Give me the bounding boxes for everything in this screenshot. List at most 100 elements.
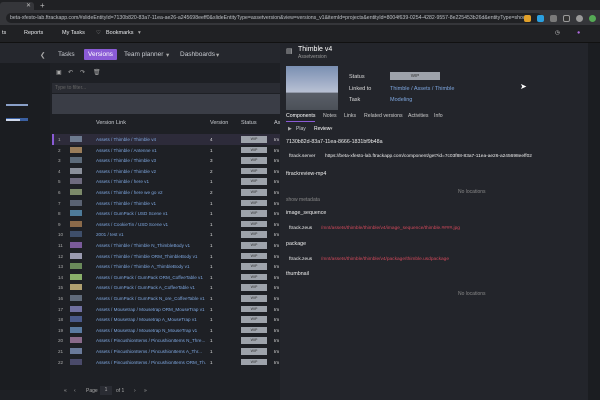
my-tasks-link[interactable]: My Tasks <box>62 30 85 36</box>
save-icon[interactable]: ▣ <box>56 69 62 76</box>
status-badge[interactable]: WIP <box>241 178 267 185</box>
clock-icon[interactable]: ◷ <box>555 30 560 36</box>
version-link[interactable]: Assets / Mousetrap / Mousetrap A_MouseTr… <box>96 317 206 322</box>
tab-info[interactable]: Info <box>434 113 443 119</box>
linked-value[interactable]: Thimble / Assets / Thimble <box>390 86 454 92</box>
status-badge[interactable]: WIP <box>241 146 267 154</box>
table-row[interactable]: 11 Assets / Thimble / Thimble N_ThimbleBo… <box>52 240 280 251</box>
version-link[interactable]: Assets / Mousetrap / Mousetrap N_MouseTr… <box>96 328 206 333</box>
status-badge[interactable]: WIP <box>241 167 267 175</box>
version-link[interactable]: Assets / Thimble / Thimble ORM_ThimbleBo… <box>96 254 206 259</box>
version-link[interactable]: Assets / PincushionItems / PincushionIte… <box>96 360 206 365</box>
profile-icon[interactable] <box>576 14 583 22</box>
status-badge[interactable]: WIP <box>241 157 267 164</box>
table-row[interactable]: 1 Assets / Thimble / Thimble v4 4 WIP Im <box>52 134 280 145</box>
status-badge[interactable]: WIP <box>241 295 267 302</box>
version-link[interactable]: Assets / GumPack / USD Scene v1 <box>96 211 206 216</box>
status-badge[interactable]: WIP <box>241 210 267 217</box>
table-row[interactable]: 9 Assets / CookieTin / USD Scene v1 1 WIP Im <box>52 219 280 230</box>
extension-icon[interactable] <box>524 14 531 22</box>
table-row[interactable]: 10 2001 / test v1 1 WIP Im <box>52 229 280 240</box>
version-link[interactable]: Assets / CookieTin / USD Scene v1 <box>96 222 206 227</box>
status-badge[interactable]: WIP <box>241 189 267 196</box>
table-row[interactable]: 6 Assets / Thimble / here we go v2 2 WIP Im <box>52 187 280 198</box>
table-row[interactable]: 22 Assets / PincushionItems / PincushionI… <box>52 357 280 368</box>
sidebar-item[interactable] <box>6 104 28 106</box>
filter-input[interactable]: Type to filter... <box>52 83 280 93</box>
version-link[interactable]: 2001 / test v1 <box>96 232 206 237</box>
table-row[interactable]: 18 Assets / Mousetrap / Mousetrap A_Mouse… <box>52 314 280 325</box>
tab-versions[interactable]: Versions <box>84 49 117 60</box>
status-badge[interactable]: WIP <box>241 348 267 355</box>
table-row[interactable]: 4 Assets / Thimble / Thimble v2 2 WIP Im <box>52 166 280 177</box>
table-row[interactable]: 15 Assets / GumPack / GumPack A_CoffeeTab… <box>52 282 280 293</box>
version-link[interactable]: Assets / Thimble / here we go v2 <box>96 190 206 195</box>
version-link[interactable]: Assets / Thimble / Antenne v1 <box>96 148 206 153</box>
first-page-icon[interactable]: « <box>64 388 67 394</box>
version-link[interactable]: Assets / GumPack / GumPack N_ore_CoffeeT… <box>96 296 206 301</box>
table-row[interactable]: 16 Assets / GumPack / GumPack N_ore_Coffe… <box>52 293 280 304</box>
status-badge[interactable]: WIP <box>241 326 267 334</box>
extension-icon[interactable] <box>550 14 557 22</box>
status-badge[interactable]: WIP <box>241 316 267 323</box>
version-link[interactable]: Assets / Thimble / Thimble v4 <box>96 137 206 142</box>
reports-link[interactable]: Reports <box>24 30 43 36</box>
tab-related-versions[interactable]: Related versions <box>364 113 403 119</box>
tab-notes[interactable]: Notes <box>323 113 337 119</box>
table-row[interactable]: 14 Assets / GumPack / GumPack ORM_CoffeeT… <box>52 272 280 283</box>
column-header-version[interactable]: Version <box>210 120 228 132</box>
back-icon[interactable]: ❮ <box>40 51 45 59</box>
last-page-icon[interactable]: » <box>144 388 147 394</box>
table-row[interactable]: 2 Assets / Thimble / Antenne v1 1 WIP Im <box>52 145 280 156</box>
undo-icon[interactable]: ↶ <box>68 69 73 76</box>
project-label[interactable]: ts <box>2 30 6 36</box>
version-link[interactable]: Assets / PincushionItems / PincushionIte… <box>96 349 206 354</box>
column-header-version-link[interactable]: Version Link <box>96 120 126 132</box>
page-input[interactable]: 1 <box>100 386 112 395</box>
status-badge[interactable]: WIP <box>241 199 267 207</box>
prev-page-icon[interactable]: ‹ <box>74 388 76 394</box>
redo-icon[interactable]: ↷ <box>80 69 85 76</box>
status-badge[interactable]: WIP <box>241 242 267 249</box>
tab-dashboards[interactable]: Dashboards <box>180 51 215 58</box>
table-row[interactable]: 13 Assets / Thimble / Thimble A_ThimbleBo… <box>52 261 280 272</box>
tab-tasks[interactable]: Tasks <box>58 51 75 58</box>
tab-activities[interactable]: Activities <box>408 113 428 119</box>
play-button[interactable]: Play <box>296 126 306 132</box>
status-badge[interactable]: WIP <box>241 305 267 313</box>
status-badge[interactable]: WIP <box>241 136 267 143</box>
tab-team-planner[interactable]: Team planner <box>124 51 163 58</box>
status-badge[interactable]: WIP <box>241 263 267 270</box>
close-tab-icon[interactable]: ✕ <box>26 2 31 9</box>
tab-links[interactable]: Links <box>344 113 356 119</box>
extension-icon[interactable] <box>537 14 544 22</box>
version-link[interactable]: Assets / Thimble / here v1 <box>96 179 206 184</box>
avatar[interactable] <box>589 14 596 22</box>
delete-icon[interactable]: 🗑 <box>93 69 101 76</box>
column-header-status[interactable]: Status <box>241 120 257 132</box>
location-url[interactable]: https://beta-xfesto-lab.ftrackapp.com/co… <box>325 154 532 159</box>
version-link[interactable]: Assets / Thimble / Thimble v2 <box>96 169 206 174</box>
table-row[interactable]: 21 Assets / PincushionItems / PincushionI… <box>52 346 280 357</box>
table-row[interactable]: 3 Assets / Thimble / Thimble v3 3 WIP Im <box>52 155 280 166</box>
version-link[interactable]: Assets / GumPack / GumPack A_CoffeeTable… <box>96 285 206 290</box>
play-icon[interactable]: ▶ <box>288 126 292 132</box>
new-tab-icon[interactable]: + <box>40 1 45 10</box>
location-path[interactable]: /mnt/assets/thimble/thimble/v4/package/t… <box>321 257 449 262</box>
version-link[interactable]: Assets / GumPack / GumPack ORM_CoffeeTab… <box>96 275 206 280</box>
table-row[interactable]: 7 Assets / Thimble / Thimble v1 1 WIP Im <box>52 198 280 209</box>
status-badge[interactable]: WIP <box>241 358 267 366</box>
status-badge[interactable]: WIP <box>241 220 267 228</box>
version-link[interactable]: Assets / Thimble / Thimble N_ThimbleBody… <box>96 243 206 248</box>
version-link[interactable]: Assets / Thimble / Thimble v1 <box>96 201 206 206</box>
version-link[interactable]: Assets / PincushionItems / PincushionIte… <box>96 338 206 343</box>
status-badge[interactable]: WIP <box>241 252 267 260</box>
table-row[interactable]: 20 Assets / PincushionItems / PincushionI… <box>52 335 280 346</box>
url-bar[interactable]: beta-xfesto-lab.ftrackapp.com/#slideEnti… <box>6 13 542 23</box>
bookmarks-link[interactable]: Bookmarks <box>106 30 134 36</box>
version-link[interactable]: Assets / Thimble / Thimble v3 <box>96 158 206 163</box>
table-row[interactable]: 17 Assets / Mousetrap / Mousetrap ORM_Mou… <box>52 304 280 315</box>
extension-icon[interactable] <box>563 14 570 22</box>
table-row[interactable]: 8 Assets / GumPack / USD Scene v1 1 WIP Im <box>52 208 280 219</box>
version-link[interactable]: Assets / Mousetrap / Mousetrap ORM_Mouse… <box>96 307 206 312</box>
